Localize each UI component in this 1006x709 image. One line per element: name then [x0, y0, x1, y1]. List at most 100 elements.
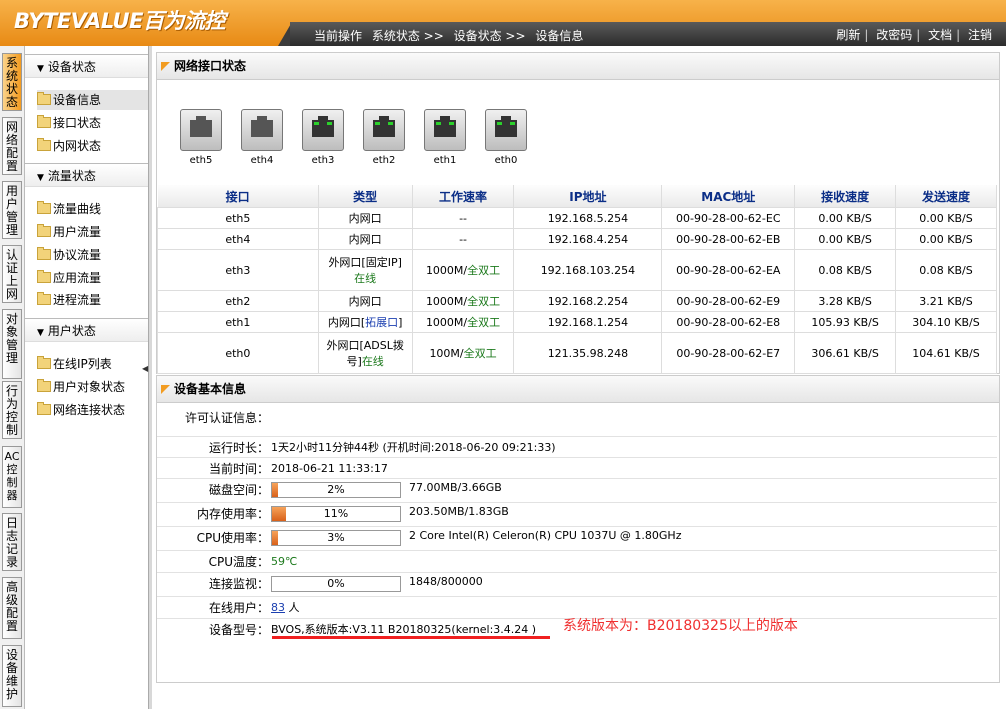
- menu-item-network-connection-status[interactable]: 网络连接状态: [37, 400, 125, 420]
- tab-ac-controller[interactable]: AC控制器: [2, 446, 22, 508]
- port-eth3[interactable]: eth3: [302, 109, 344, 166]
- table-header-row: 接口 类型 工作速率 IP地址 MAC地址 接收速度 发送速度: [157, 185, 997, 208]
- menu-item-device-info[interactable]: 设备信息: [37, 90, 165, 110]
- cell-tx: 0.00 KB/S: [895, 228, 997, 250]
- cell-mac: 00-90-28-00-62-E8: [661, 311, 796, 333]
- memory-row: 内存使用率： 11% 203.50MB/1.83GB: [157, 502, 997, 527]
- port-eth2[interactable]: eth2: [363, 109, 405, 166]
- license-label: 许可认证信息：: [184, 411, 269, 425]
- corner-marker-icon: [161, 62, 170, 71]
- cell-tx: 0.00 KB/S: [895, 207, 997, 229]
- tab-network-config[interactable]: 网络配置: [2, 117, 22, 175]
- menu-item-traffic-curve[interactable]: 流量曲线: [37, 199, 101, 219]
- tab-auth-internet[interactable]: 认证上网: [2, 245, 22, 303]
- expansion-port-link[interactable]: 拓展口: [365, 316, 398, 329]
- menu-item-process-traffic[interactable]: 进程流量: [37, 290, 101, 310]
- table-row: eth3 外网口[固定IP] 在线 1000M/全双工 192.168.103.2…: [157, 249, 997, 291]
- disk-progress-bar: 2%: [271, 482, 401, 498]
- cell-iface: eth0: [157, 332, 319, 374]
- breadcrumb-device-info: 设备信息: [535, 29, 584, 43]
- cpu-temp-label: CPU温度：: [208, 555, 269, 569]
- cell-speed: --: [411, 228, 515, 250]
- menu-item-protocol-traffic[interactable]: 协议流量: [37, 245, 101, 265]
- cell-type: 内网口: [317, 228, 413, 250]
- menu-item-user-object-status[interactable]: 用户对象状态: [37, 377, 125, 397]
- menu-group-device-status[interactable]: ▼ 设备状态: [25, 54, 148, 78]
- tab-device-maintenance[interactable]: 设备维护: [2, 645, 22, 707]
- uptime-label: 运行时长：: [208, 441, 269, 455]
- menu-item-label: 设备信息: [53, 93, 102, 107]
- tab-user-management[interactable]: 用户管理: [2, 181, 22, 239]
- cell-ip: 121.35.98.248: [513, 332, 663, 374]
- cell-speed: --: [411, 207, 515, 229]
- menu-group-user-status[interactable]: ▼ 用户状态: [25, 318, 148, 342]
- cpu-model-value: 2 Core Intel(R) Celeron(R) CPU 1037U @ 1…: [409, 529, 682, 542]
- cpu-temp-value: 59℃: [271, 555, 298, 568]
- cell-speed: 100M/全双工: [411, 332, 515, 374]
- tab-system-status[interactable]: 系统状态: [2, 53, 22, 111]
- uptime-row: 运行时长： 1天2小时11分钟44秒 (开机时间:2018-06-20 09:2…: [157, 436, 997, 459]
- ethernet-port-icon: [373, 116, 395, 137]
- interface-table: 接口 类型 工作速率 IP地址 MAC地址 接收速度 发送速度 eth5 内网口…: [157, 185, 997, 374]
- uptime-value: 1天2小时11分钟44秒 (开机时间:2018-06-20 09:21:33): [271, 441, 556, 454]
- logout-link[interactable]: 注销: [964, 28, 996, 42]
- cell-speed: 1000M/全双工: [411, 311, 515, 333]
- panel-header: 设备基本信息: [157, 376, 999, 403]
- menu-item-label: 用户流量: [53, 225, 102, 239]
- collapse-arrow-icon[interactable]: ◀: [142, 364, 148, 373]
- connection-row: 连接监视： 0% 1848/800000: [157, 572, 997, 597]
- port-eth4[interactable]: eth4: [241, 109, 283, 166]
- online-users-link[interactable]: 83: [271, 601, 285, 614]
- online-users-label: 在线用户：: [208, 601, 269, 615]
- col-rx: 接收速度: [794, 185, 897, 208]
- tab-advanced-config[interactable]: 高级配置: [2, 577, 22, 639]
- tab-behavior-control[interactable]: 行为控制: [2, 381, 22, 439]
- tab-object-management[interactable]: 对象管理: [2, 309, 22, 379]
- port-eth5[interactable]: eth5: [180, 109, 222, 166]
- panel-title: 网络接口状态: [174, 59, 247, 73]
- menu-item-label: 流量曲线: [53, 202, 102, 216]
- brand-logo: BYTEVALUE百为流控: [14, 9, 225, 33]
- cell-mac: 00-90-28-00-62-E9: [661, 290, 796, 312]
- menu-group-label: 设备状态: [47, 60, 96, 74]
- cell-ip: 192.168.4.254: [513, 228, 663, 250]
- cell-speed: 1000M/全双工: [411, 290, 515, 312]
- online-users-unit: 人: [288, 601, 300, 614]
- menu-item-user-traffic[interactable]: 用户流量: [37, 222, 101, 242]
- cell-iface: eth1: [157, 311, 319, 333]
- cell-ip: 192.168.103.254: [513, 249, 663, 291]
- side-menu: ▼ 设备状态 设备信息 接口状态 内网状态 ▼ 流量状态 流量曲线 用户流量 协议流…: [25, 46, 165, 709]
- tab-log-records[interactable]: 日志记录: [2, 513, 22, 571]
- col-speed: 工作速率: [412, 185, 515, 208]
- cell-speed: 1000M/全双工: [411, 249, 515, 291]
- cell-iface: eth5: [157, 207, 319, 229]
- folder-icon: [37, 247, 51, 260]
- menu-item-app-traffic[interactable]: 应用流量: [37, 268, 101, 288]
- online-status: 在线: [354, 272, 377, 285]
- panel-header: 网络接口状态: [157, 53, 999, 80]
- annotation-note: 系统版本为：B20180325以上的版本: [563, 618, 798, 634]
- refresh-link[interactable]: 刷新: [832, 28, 864, 42]
- menu-group-traffic-status[interactable]: ▼ 流量状态: [25, 163, 148, 187]
- port-eth0[interactable]: eth0: [485, 109, 527, 166]
- folder-icon: [37, 115, 51, 128]
- port-label: eth0: [494, 155, 518, 166]
- cpu-row: CPU使用率： 3% 2 Core Intel(R) Celeron(R) CP…: [157, 526, 997, 551]
- docs-link[interactable]: 文档: [924, 28, 956, 42]
- panel-title: 设备基本信息: [174, 382, 247, 396]
- menu-item-label: 接口状态: [53, 116, 102, 130]
- breadcrumb: 当前操作 系统状态 >> 设备状态 >> 设备信息: [314, 27, 589, 44]
- menu-item-online-ip-list[interactable]: 在线IP列表: [37, 354, 112, 374]
- cpu-progress-bar: 3%: [271, 530, 401, 546]
- cell-rx: 105.93 KB/S: [794, 311, 897, 333]
- table-row: eth5 内网口 -- 192.168.5.254 00-90-28-00-62…: [157, 207, 997, 229]
- cell-mac: 00-90-28-00-62-EB: [661, 228, 796, 250]
- menu-item-label: 内网状态: [53, 139, 102, 153]
- table-row: eth2 内网口 1000M/全双工 192.168.2.254 00-90-2…: [157, 290, 997, 312]
- port-eth1[interactable]: eth1: [424, 109, 466, 166]
- table-row: eth0 外网口[ADSL拨号]在线 100M/全双工 121.35.98.24…: [157, 332, 997, 374]
- menu-item-interface-status[interactable]: 接口状态: [37, 113, 101, 133]
- menu-item-lan-status[interactable]: 内网状态: [37, 136, 101, 156]
- change-password-link[interactable]: 改密码: [872, 28, 916, 42]
- left-tab-strip: 系统状态 网络配置 用户管理 认证上网 对象管理 行为控制 AC控制器 日志记录…: [0, 46, 25, 709]
